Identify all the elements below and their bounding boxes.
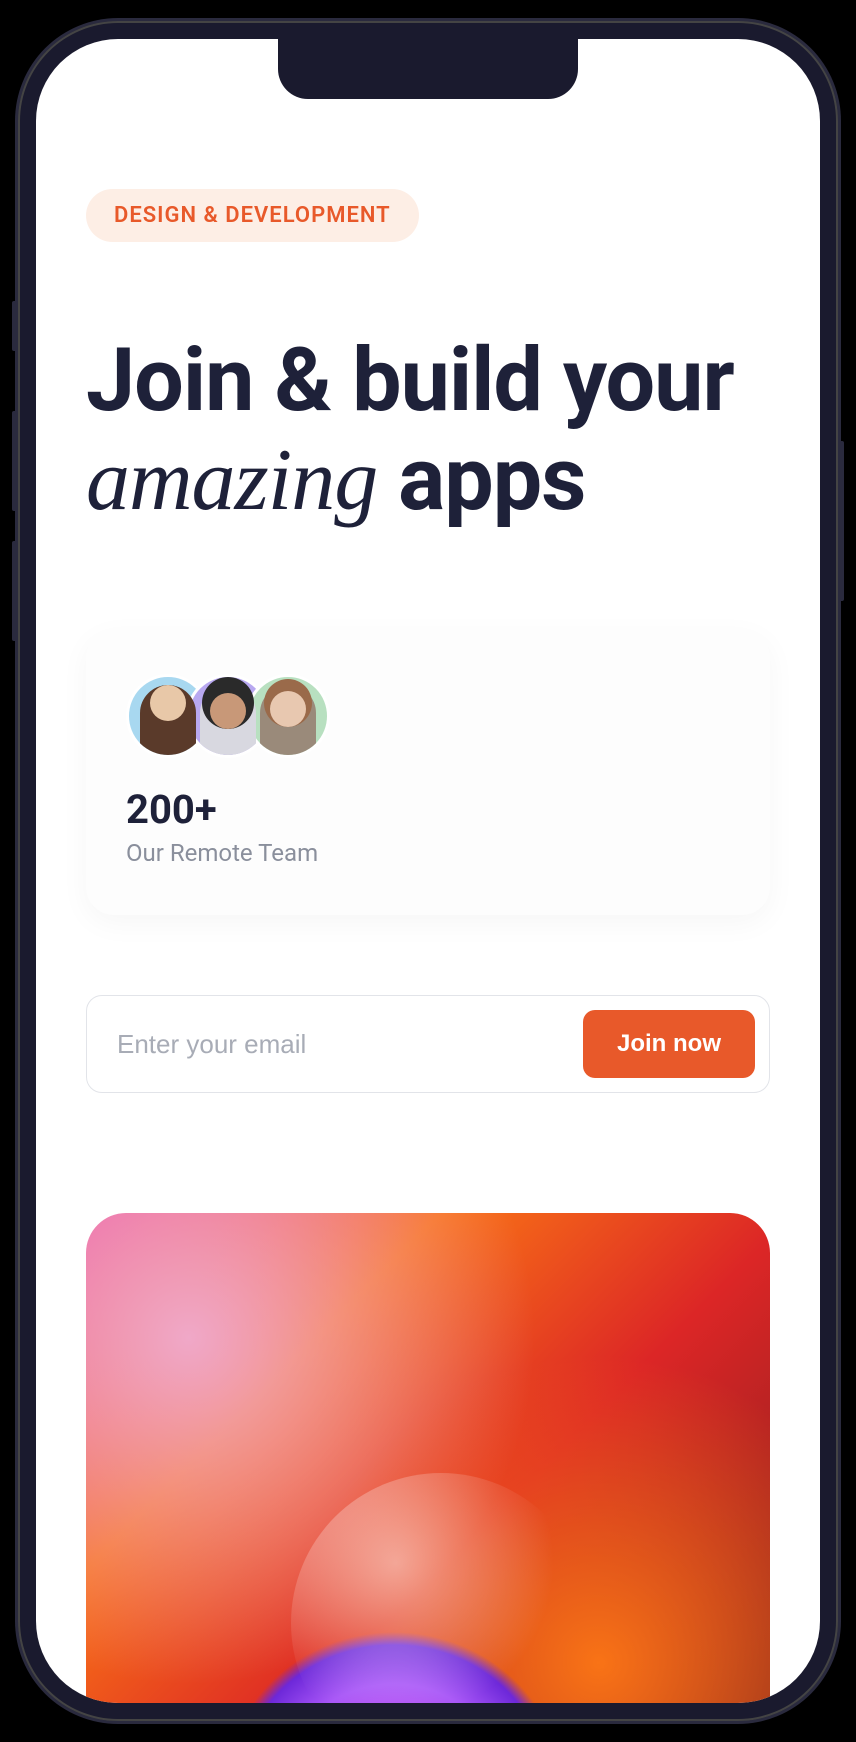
phone-frame: DESIGN & DEVELOPMENT Join & build your a… — [18, 21, 838, 1721]
volume-down-button — [12, 541, 18, 641]
avatar — [246, 674, 330, 758]
team-label: Our Remote Team — [126, 839, 730, 867]
email-form: Join now — [86, 995, 770, 1093]
join-now-button[interactable]: Join now — [583, 1010, 755, 1078]
person-icon — [140, 685, 196, 755]
email-input[interactable] — [117, 1029, 583, 1060]
headline-part1: Join & build your — [86, 329, 734, 432]
team-card: 200+ Our Remote Team — [86, 630, 770, 915]
gradient-blob — [291, 1473, 591, 1703]
person-icon — [200, 685, 256, 755]
headline-italic: amazing — [86, 432, 377, 529]
screen: DESIGN & DEVELOPMENT Join & build your a… — [36, 39, 820, 1703]
headline: Join & build your amazing apps — [86, 332, 770, 530]
notch — [278, 39, 578, 99]
person-icon — [260, 685, 316, 755]
mute-switch — [12, 301, 18, 351]
main-content: DESIGN & DEVELOPMENT Join & build your a… — [36, 39, 820, 1093]
power-button — [838, 441, 844, 601]
hero-image — [86, 1213, 770, 1703]
category-badge: DESIGN & DEVELOPMENT — [86, 189, 419, 242]
avatar-group — [126, 674, 730, 758]
volume-up-button — [12, 411, 18, 511]
team-count: 200+ — [126, 786, 730, 833]
headline-part2: apps — [377, 428, 585, 531]
